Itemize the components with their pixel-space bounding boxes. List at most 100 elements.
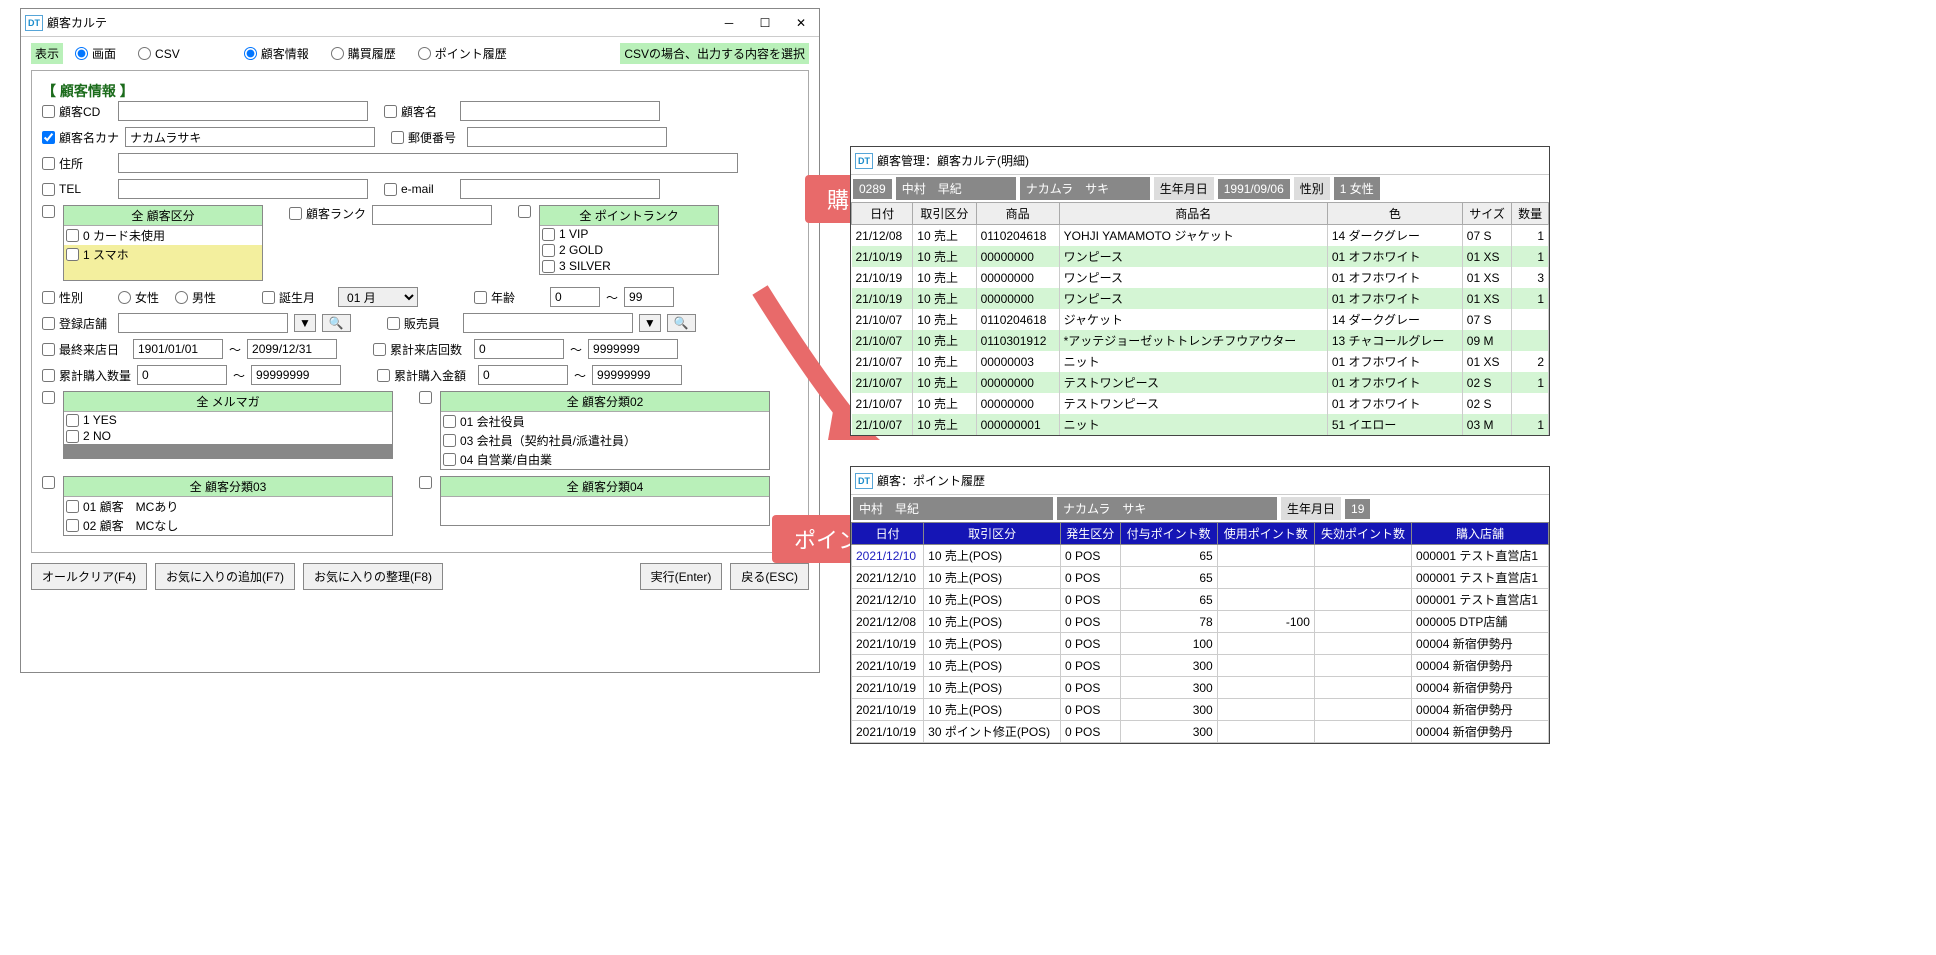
radio-pointhist[interactable]: ポイント履歴 xyxy=(418,45,507,62)
input-address[interactable] xyxy=(118,153,738,173)
chk-custname[interactable]: 顧客名 xyxy=(384,103,454,120)
input-vc-to[interactable] xyxy=(588,339,678,359)
app-icon: DT xyxy=(855,153,873,169)
btn-allclear[interactable]: オールクリア(F4) xyxy=(31,563,147,590)
input-custrank[interactable] xyxy=(372,205,492,225)
table-row[interactable]: 2021/10/1930 ポイント修正(POS)0 POS30000004 新宿… xyxy=(852,721,1549,743)
input-age-to[interactable] xyxy=(624,287,674,307)
input-regstore[interactable] xyxy=(118,313,288,333)
table-row[interactable]: 21/10/1910 売上00000000ワンピース01 オフホワイト01 XS… xyxy=(852,267,1549,288)
list-class02[interactable]: 全 顧客分類02 01 会社役員 03 会社員（契約社員/派遣社員） 04 自営… xyxy=(440,391,770,470)
chk-birthmonth[interactable]: 誕生月 xyxy=(262,289,332,306)
input-vc-from[interactable] xyxy=(474,339,564,359)
input-pq-to[interactable] xyxy=(251,365,341,385)
chk-pointrank[interactable] xyxy=(518,205,531,218)
chk-class02[interactable] xyxy=(419,391,432,404)
table-row[interactable]: 2021/10/1910 売上(POS)0 POS10000004 新宿伊勢丹 xyxy=(852,633,1549,655)
chk-regstore[interactable]: 登録店舗 xyxy=(42,315,112,332)
list-class03[interactable]: 全 顧客分類03 01 顧客 MCあり 02 顧客 MCなし xyxy=(63,476,393,536)
table-row[interactable]: 2021/10/1910 売上(POS)0 POS30000004 新宿伊勢丹 xyxy=(852,699,1549,721)
minimize-button[interactable]: ─ xyxy=(715,12,743,34)
input-custname[interactable] xyxy=(460,101,660,121)
column-header: 発生区分 xyxy=(1061,523,1121,545)
search-regstore-button[interactable]: 🔍 xyxy=(322,314,351,332)
input-age-from[interactable] xyxy=(550,287,600,307)
chk-age[interactable]: 年齢 xyxy=(474,289,544,306)
table-row[interactable]: 21/10/0710 売上000000001ニット51 イエロー03 M1 xyxy=(852,414,1549,435)
table-row[interactable]: 21/10/0710 売上0110301912*アッテジョーゼットトレンチフウア… xyxy=(852,330,1549,351)
chk-custrank[interactable]: 顧客ランク xyxy=(289,205,366,222)
app-icon: DT xyxy=(855,473,873,489)
input-email[interactable] xyxy=(460,179,660,199)
btn-back[interactable]: 戻る(ESC) xyxy=(730,563,809,590)
chk-gender[interactable]: 性別 xyxy=(42,289,112,306)
table-row[interactable]: 21/10/0710 売上0110204618ジャケット14 ダークグレー07 … xyxy=(852,309,1549,330)
chk-lastvisit[interactable]: 最終来店日 xyxy=(42,341,127,358)
purchase-table: 日付取引区分商品商品名色サイズ数量 21/12/0810 売上011020461… xyxy=(851,202,1549,435)
input-kana[interactable] xyxy=(125,127,375,147)
chk-class03[interactable] xyxy=(42,476,55,489)
chk-address[interactable]: 住所 xyxy=(42,155,112,172)
chk-kana[interactable]: 顧客名カナ xyxy=(42,129,119,146)
list-class04[interactable]: 全 顧客分類04 xyxy=(440,476,770,526)
birth-label: 生年月日 xyxy=(1154,177,1214,200)
table-row[interactable]: 2021/12/0810 売上(POS)0 POS78-100000005 DT… xyxy=(852,611,1549,633)
table-row[interactable]: 2021/10/1910 売上(POS)0 POS30000004 新宿伊勢丹 xyxy=(852,655,1549,677)
cust-name: 中村 早紀 xyxy=(853,497,1053,520)
btn-fav-org[interactable]: お気に入りの整理(F8) xyxy=(303,563,443,590)
chk-email[interactable]: e-mail xyxy=(384,182,454,196)
input-pa-to[interactable] xyxy=(592,365,682,385)
radio-csv[interactable]: CSV xyxy=(138,47,180,61)
btn-exec[interactable]: 実行(Enter) xyxy=(640,563,723,590)
input-lv-to[interactable] xyxy=(247,339,337,359)
radio-male[interactable]: 男性 xyxy=(175,289,216,306)
chk-salesperson[interactable]: 販売員 xyxy=(387,315,457,332)
input-lv-from[interactable] xyxy=(133,339,223,359)
btn-fav-add[interactable]: お気に入りの追加(F7) xyxy=(155,563,295,590)
radio-screen[interactable]: 画面 xyxy=(75,45,116,62)
titlebar: DT 顧客カルテ ─ ☐ ✕ xyxy=(21,9,819,37)
chk-purchqty[interactable]: 累計購入数量 xyxy=(42,367,131,384)
search-salesperson-button[interactable]: 🔍 xyxy=(667,314,696,332)
chk-custcd[interactable]: 顧客CD xyxy=(42,103,112,120)
table-row[interactable]: 2021/10/1910 売上(POS)0 POS30000004 新宿伊勢丹 xyxy=(852,677,1549,699)
table-row[interactable]: 21/10/1910 売上00000000ワンピース01 オフホワイト01 XS… xyxy=(852,288,1549,309)
table-row[interactable]: 2021/12/1010 売上(POS)0 POS65000001 テスト直営店… xyxy=(852,589,1549,611)
customer-info-bar: 中村 早紀 ナカムラ サキ 生年月日 19 xyxy=(851,495,1549,522)
table-row[interactable]: 2021/12/1010 売上(POS)0 POS65000001 テスト直営店… xyxy=(852,567,1549,589)
maximize-button[interactable]: ☐ xyxy=(751,12,779,34)
input-pq-from[interactable] xyxy=(137,365,227,385)
table-row[interactable]: 21/10/1910 売上00000000ワンピース01 オフホワイト01 XS… xyxy=(852,246,1549,267)
radio-female[interactable]: 女性 xyxy=(118,289,159,306)
list-custclass[interactable]: 全 顧客区分 0 カード未使用 1 スマホ xyxy=(63,205,263,281)
birth-label: 生年月日 xyxy=(1281,497,1341,520)
chk-visitcount[interactable]: 累計来店回数 xyxy=(373,341,468,358)
table-row[interactable]: 21/10/0710 売上00000000テストワンピース01 オフホワイト02… xyxy=(852,393,1549,414)
table-row[interactable]: 21/10/0710 売上00000003ニット01 オフホワイト01 XS2 xyxy=(852,351,1549,372)
input-tel[interactable] xyxy=(118,179,368,199)
chk-custclass[interactable] xyxy=(42,205,55,218)
table-row[interactable]: 2021/12/1010 売上(POS)0 POS65000001 テスト直営店… xyxy=(852,545,1549,567)
close-button[interactable]: ✕ xyxy=(787,12,815,34)
column-header: 日付 xyxy=(852,523,924,545)
list-pointrank[interactable]: 全 ポイントランク 1 VIP 2 GOLD 3 SILVER xyxy=(539,205,719,275)
chk-purchamt[interactable]: 累計購入金額 xyxy=(377,367,472,384)
chk-mailmag[interactable] xyxy=(42,391,55,404)
cust-kana: ナカムラ サキ xyxy=(1057,497,1277,520)
input-postal[interactable] xyxy=(467,127,667,147)
chk-postal[interactable]: 郵便番号 xyxy=(391,129,461,146)
list-mailmag[interactable]: 全 メルマガ 1 YES 2 NO xyxy=(63,391,393,459)
radio-custinfo[interactable]: 顧客情報 xyxy=(244,45,309,62)
dropdown-regstore[interactable]: ▼ xyxy=(294,314,316,332)
input-salesperson[interactable] xyxy=(463,313,633,333)
app-icon: DT xyxy=(25,15,43,31)
select-birthmonth[interactable]: 01 月 xyxy=(338,287,418,307)
input-pa-from[interactable] xyxy=(478,365,568,385)
input-custcd[interactable] xyxy=(118,101,368,121)
table-row[interactable]: 21/10/0710 売上00000000テストワンピース01 オフホワイト02… xyxy=(852,372,1549,393)
table-row[interactable]: 21/12/0810 売上0110204618YOHJI YAMAMOTO ジャ… xyxy=(852,225,1549,247)
chk-class04[interactable] xyxy=(419,476,432,489)
dropdown-salesperson[interactable]: ▼ xyxy=(639,314,661,332)
chk-tel[interactable]: TEL xyxy=(42,182,112,196)
radio-purchhist[interactable]: 購買履歴 xyxy=(331,45,396,62)
